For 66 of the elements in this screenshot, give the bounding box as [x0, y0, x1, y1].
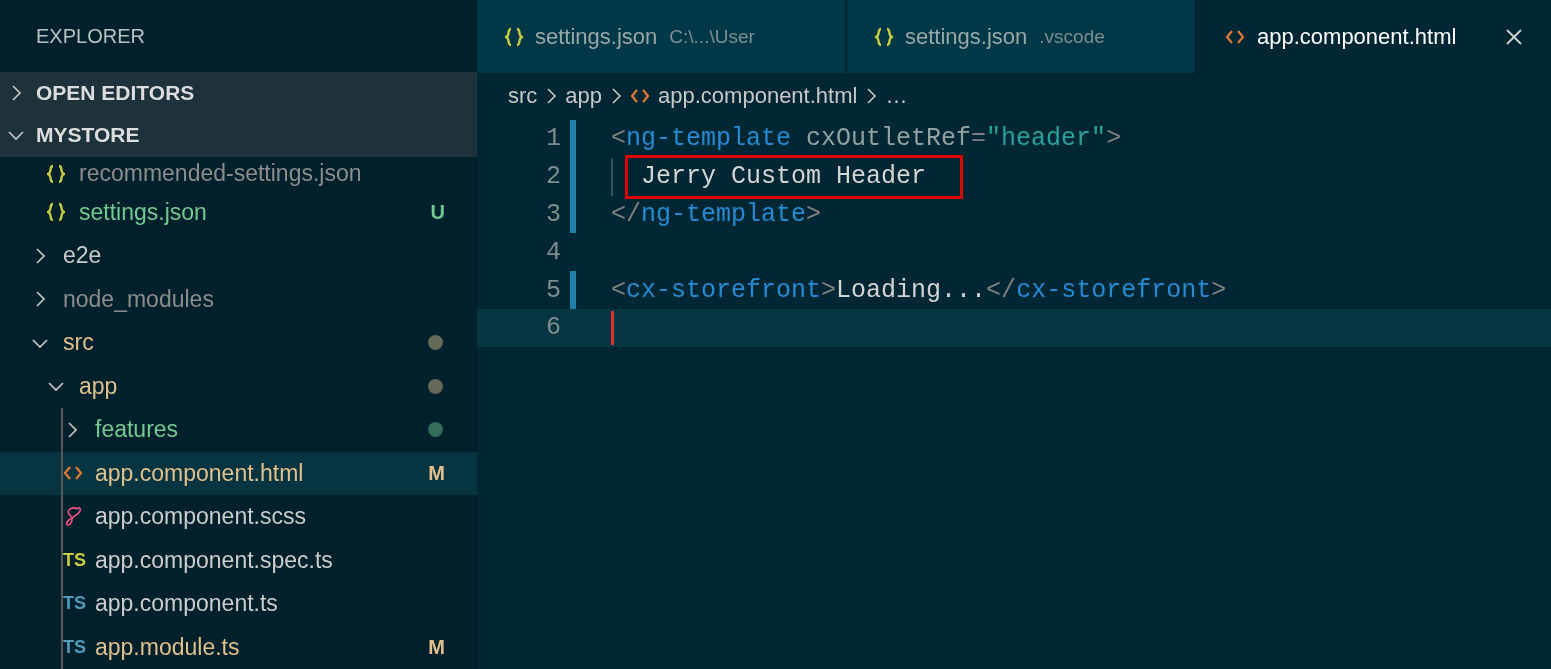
line-number: 4: [545, 237, 561, 267]
line-number: 3: [545, 200, 561, 229]
file-tree-item[interactable]: TS app.component.ts: [0, 582, 477, 626]
code-token: =: [971, 124, 987, 154]
section-header[interactable]: MYSTORE: [0, 114, 477, 157]
typescript-icon: TS: [63, 549, 86, 571]
section-header[interactable]: OPEN EDITORS: [0, 72, 477, 115]
braces-icon: [505, 26, 523, 47]
line-number: 1: [545, 124, 561, 154]
breadcrumb-item[interactable]: app.component.html: [658, 82, 858, 109]
code-token: Loading...: [836, 275, 987, 305]
file-tree-item[interactable]: settings.json U: [0, 190, 477, 234]
tab-description: .vscode: [1039, 25, 1105, 48]
code-token: ng-template: [626, 124, 792, 154]
code-brackets-icon: [1225, 28, 1245, 45]
file-tree-item[interactable]: e2e: [0, 234, 477, 278]
code-token: cxOutletRef: [805, 124, 972, 154]
file-tree-item[interactable]: TS app.component.spec.ts: [0, 538, 477, 582]
close-icon[interactable]: [1505, 27, 1523, 46]
code-token: <: [611, 124, 626, 154]
text-cursor: [611, 310, 614, 345]
code-token: ng-template: [641, 200, 807, 229]
line-number: 2: [545, 162, 561, 192]
braces-icon: [47, 202, 65, 223]
file-tree-item[interactable]: src: [0, 321, 477, 365]
typescript-icon: TS: [63, 593, 86, 615]
file-tree-item[interactable]: node_modules: [0, 277, 477, 321]
code-token: <: [611, 275, 626, 305]
code-brackets-icon: [63, 465, 83, 482]
editor-tab[interactable]: app.component.html: [1197, 0, 1551, 73]
file-tree-item[interactable]: recommended-settings.json: [0, 156, 477, 191]
code-token: "header": [986, 124, 1107, 154]
code-token: >: [821, 275, 837, 305]
breadcrumb-item[interactable]: src: [508, 82, 538, 109]
code-token: </: [986, 275, 1017, 305]
chevron-right-icon: [610, 86, 623, 105]
braces-icon: [875, 26, 893, 47]
git-status-letter: M: [428, 635, 445, 659]
git-status-letter: U: [430, 200, 445, 224]
line-number: 6: [545, 313, 561, 343]
chevron-right-icon: [545, 86, 558, 105]
code-token: >: [806, 200, 822, 229]
editor-tab[interactable]: settings.json .vscode: [847, 0, 1197, 73]
line-number: 5: [545, 275, 561, 305]
code-brackets-icon: [630, 87, 651, 104]
code-token: cx-storefront: [1016, 275, 1212, 305]
git-status-letter: M: [428, 461, 445, 485]
file-tree-item[interactable]: TS app.module.ts M: [0, 625, 477, 669]
breadcrumb-item[interactable]: app: [565, 82, 603, 109]
breadcrumb-item[interactable]: …: [885, 82, 908, 109]
file-tree-item[interactable]: app.component.scss: [0, 495, 477, 539]
code-token: cx-storefront: [626, 275, 822, 305]
typescript-icon: TS: [63, 636, 86, 658]
sass-icon: [63, 505, 83, 528]
code-token: Jerry Custom Header: [641, 162, 927, 192]
chevron-right-icon: [865, 86, 878, 105]
file-tree-item[interactable]: app.component.html M: [0, 451, 477, 495]
code-token: </: [611, 200, 641, 229]
code-token: >: [1211, 275, 1227, 305]
braces-icon: [47, 163, 65, 184]
code-token: >: [1106, 124, 1122, 154]
editor-tab[interactable]: settings.json C:\...\User: [477, 0, 847, 73]
tab-description: C:\...\User: [669, 25, 755, 48]
file-tree-item[interactable]: app: [0, 364, 477, 408]
file-tree-item[interactable]: features: [0, 408, 477, 452]
explorer-title: EXPLORER: [36, 24, 145, 48]
